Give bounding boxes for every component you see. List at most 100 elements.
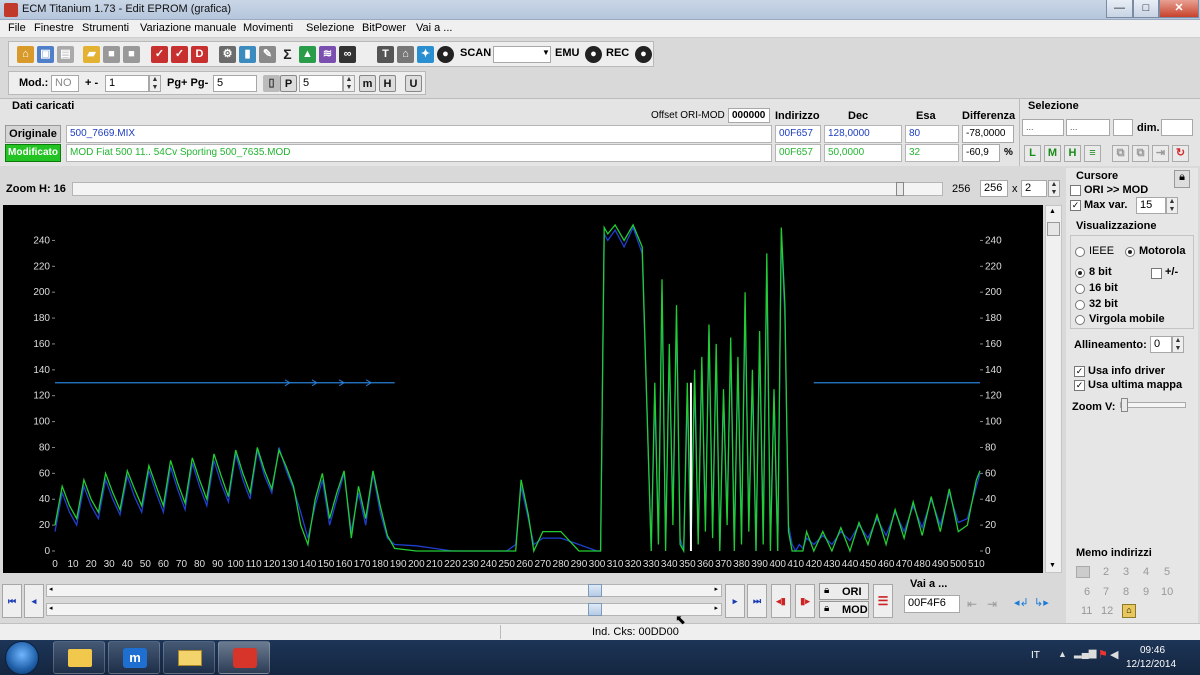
ori-button[interactable]: 🔒︎ ORI: [819, 583, 869, 600]
emu-record-icon[interactable]: ●: [585, 46, 602, 63]
u-icon[interactable]: U: [405, 75, 422, 92]
mod-scroll-thumb[interactable]: [587, 603, 602, 616]
16bit-radio[interactable]: [1075, 284, 1085, 294]
select-range-icon[interactable]: M: [1044, 145, 1061, 162]
start-button[interactable]: [5, 641, 39, 675]
ori-scroll-thumb[interactable]: [587, 584, 602, 597]
pg-field[interactable]: 5: [213, 75, 257, 92]
scroll-left-icon[interactable]: ◂: [49, 604, 53, 612]
menu-movimenti[interactable]: Movimenti: [243, 22, 293, 34]
motorola-radio[interactable]: [1125, 247, 1135, 257]
menu-strumenti[interactable]: Strumenti: [82, 22, 129, 34]
rec-record-icon[interactable]: ●: [635, 46, 652, 63]
zoom-v-thumb[interactable]: [1121, 398, 1128, 412]
clock-date[interactable]: 12/12/2014: [1126, 659, 1176, 670]
chart-vscroll[interactable]: ▲ ▼: [1045, 205, 1062, 573]
menu-selezione[interactable]: Selezione: [306, 22, 354, 34]
p-stepper[interactable]: ▲ ▼: [343, 75, 355, 92]
chip-icon[interactable]: ▮: [239, 46, 256, 63]
scroll-right-icon[interactable]: ▸: [714, 604, 718, 612]
runner-icon[interactable]: ✦: [417, 46, 434, 63]
memo-slot-1[interactable]: [1076, 566, 1090, 578]
allineamento-stepper[interactable]: ▲ ▼: [1172, 336, 1184, 353]
last-page-button[interactable]: ⏭: [747, 584, 767, 618]
ecm-taskbar-button[interactable]: [218, 641, 270, 674]
language-indicator[interactable]: IT: [1031, 650, 1040, 661]
usa-ultima-checkbox[interactable]: ✓: [1074, 380, 1085, 391]
network-icon[interactable]: ▂▄▆: [1074, 648, 1096, 659]
plusminus-stepper[interactable]: ▲ ▼: [149, 75, 161, 92]
volume-icon[interactable]: ◀: [1110, 648, 1118, 661]
lock-icon[interactable]: ⌂: [397, 46, 414, 63]
memo-8[interactable]: 8: [1123, 586, 1129, 598]
tools-icon[interactable]: ⚙: [219, 46, 236, 63]
selection-extra[interactable]: [1113, 119, 1133, 136]
memo-2[interactable]: 2: [1103, 566, 1109, 578]
menu-finestre[interactable]: Finestre: [34, 22, 74, 34]
padlock-icon[interactable]: 🔒︎: [1174, 170, 1190, 188]
export-selection-icon[interactable]: ⇥: [1152, 145, 1169, 162]
windows-icon[interactable]: ▣: [37, 46, 54, 63]
select-all-icon[interactable]: ≡: [1084, 145, 1101, 162]
memo-6[interactable]: 6: [1084, 586, 1090, 598]
jump-forward-icon[interactable]: ↳▸: [1034, 596, 1049, 609]
remote-taskbar-button[interactable]: m: [108, 641, 160, 674]
maximize-button[interactable]: □: [1133, 0, 1159, 18]
memo-5[interactable]: 5: [1164, 566, 1170, 578]
binoculars-icon[interactable]: ∞: [339, 46, 356, 63]
modified-diff[interactable]: -60,9: [962, 144, 1000, 162]
menu-file[interactable]: File: [8, 22, 26, 34]
go-prev-icon[interactable]: ⇤: [967, 597, 977, 611]
first-page-button[interactable]: ⏮: [2, 584, 22, 618]
driver-icon[interactable]: D: [191, 46, 208, 63]
clock-time[interactable]: 09:46: [1140, 645, 1165, 656]
originale-label[interactable]: Originale: [5, 125, 61, 143]
filter-icon[interactable]: T: [377, 46, 394, 63]
eprom-graph-svg[interactable]: 0 020 2040 4060 6080 80100 100120 120140 140160 1…: [3, 205, 1043, 573]
close-button[interactable]: ✕: [1159, 0, 1199, 18]
dim-field[interactable]: [1161, 119, 1193, 136]
scroll-down-icon[interactable]: ▼: [1049, 562, 1056, 569]
next-diff-button[interactable]: ▮▸: [795, 584, 815, 618]
max-var-stepper[interactable]: ▲ ▼: [1166, 197, 1178, 214]
offset-field[interactable]: 000000: [728, 108, 770, 123]
copy-selection-icon[interactable]: ⧉: [1112, 145, 1129, 162]
prev-diff-button[interactable]: ◂▮: [771, 584, 791, 618]
open-folder-icon[interactable]: ▰: [83, 46, 100, 63]
record-icon[interactable]: ●: [437, 46, 454, 63]
ori-mod-checkbox[interactable]: [1070, 185, 1081, 196]
memo-11[interactable]: 11: [1081, 605, 1092, 617]
emu-label[interactable]: EMU: [555, 47, 579, 59]
save-icon[interactable]: ■: [103, 46, 120, 63]
modificato-label[interactable]: Modificato: [5, 144, 61, 162]
jump-back-icon[interactable]: ◂↲: [1014, 596, 1029, 609]
zoom-h-slider[interactable]: [72, 182, 943, 196]
vscroll-thumb[interactable]: [1047, 222, 1060, 236]
signed-checkbox[interactable]: [1151, 268, 1162, 279]
checksum-icon[interactable]: ✓: [171, 46, 188, 63]
prev-page-button[interactable]: ◂: [24, 584, 44, 618]
memo-save-icon[interactable]: ⌂: [1122, 604, 1136, 618]
minimize-button[interactable]: —: [1106, 0, 1133, 18]
usa-info-checkbox[interactable]: ✓: [1074, 366, 1085, 377]
8bit-radio[interactable]: [1075, 268, 1085, 278]
copy-icon[interactable]: ▤: [57, 46, 74, 63]
explorer-taskbar-button[interactable]: [53, 641, 105, 674]
go-next-icon[interactable]: ⇥: [987, 597, 997, 611]
zoom-h-thumb[interactable]: [896, 182, 905, 196]
float-radio[interactable]: [1075, 315, 1085, 325]
flag-tray-icon[interactable]: ⚑: [1098, 648, 1108, 661]
zoom-mult-stepper[interactable]: ▲ ▼: [1048, 180, 1060, 197]
m-icon[interactable]: m: [359, 75, 376, 92]
h-icon[interactable]: H: [379, 75, 396, 92]
checklist-icon[interactable]: ✓: [151, 46, 168, 63]
select-start-icon[interactable]: L: [1024, 145, 1041, 162]
rec-label[interactable]: REC: [606, 47, 629, 59]
p-field[interactable]: 5: [299, 75, 343, 92]
memo-9[interactable]: 9: [1143, 586, 1149, 598]
zoom-h-field[interactable]: 256: [980, 180, 1008, 197]
selection-start[interactable]: ...: [1022, 119, 1064, 136]
next-page-button[interactable]: ▸: [725, 584, 745, 618]
scroll-up-icon[interactable]: ▲: [1049, 208, 1056, 215]
flag-icon[interactable]: ▲: [299, 46, 316, 63]
